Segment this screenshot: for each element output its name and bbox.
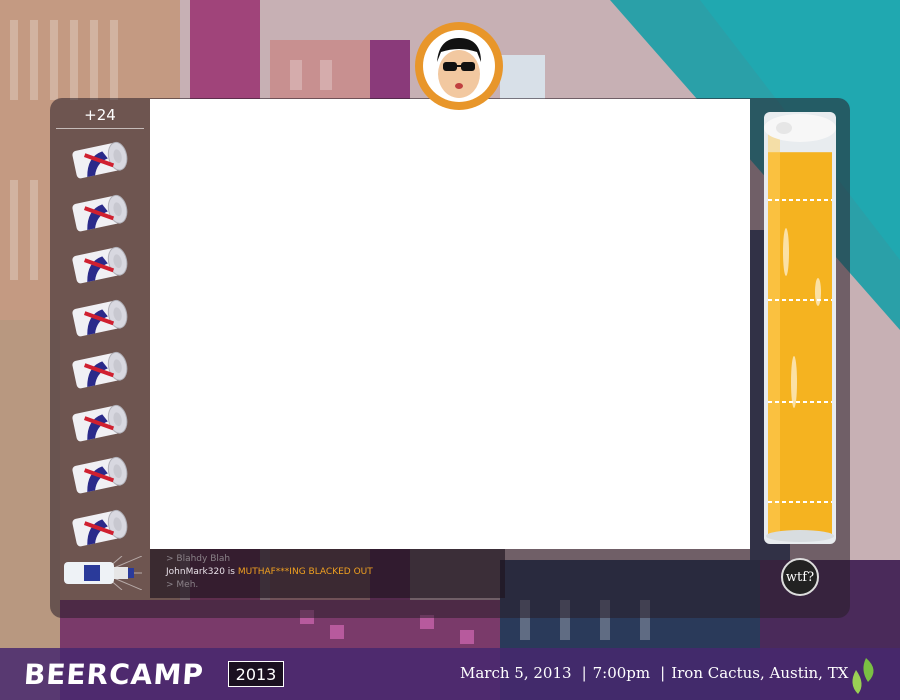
event-time: 7:00pm	[592, 664, 651, 682]
beer-can-icon	[70, 191, 130, 235]
year-badge: 2013	[228, 661, 284, 687]
log-user-text: JohnMark320 is	[166, 567, 238, 577]
beercamp-logo: BEERCAMP	[22, 658, 205, 691]
separator: |	[581, 664, 587, 682]
log-line: > Blahdy Blah	[166, 554, 231, 564]
beer-can-icon	[70, 506, 130, 550]
event-details: March 5, 2013 | 7:00pm | Iron Cactus, Austin…	[460, 664, 854, 682]
log-line: JohnMark320 is MUTHAF***ING BLACKED OUT	[166, 566, 505, 579]
event-date: March 5, 2013	[460, 664, 572, 682]
beer-can-icon	[70, 348, 130, 392]
beer-can-icon	[70, 401, 130, 445]
score-counter: +24	[84, 106, 116, 124]
bottle-icon[interactable]	[62, 555, 143, 591]
log-line: > Meh.	[166, 580, 199, 590]
separator: |	[660, 664, 666, 682]
beer-can-icon	[70, 138, 130, 182]
event-venue: Iron Cactus, Austin, TX	[671, 664, 849, 682]
beer-can-icon	[70, 243, 130, 287]
beer-meter	[762, 112, 838, 544]
game-board[interactable]	[150, 99, 750, 549]
leaf-logo-icon	[846, 656, 880, 696]
wtf-button[interactable]: wtf?	[781, 558, 819, 596]
event-log: > Blahdy Blah JohnMark320 is MUTHAF***IN…	[150, 549, 505, 598]
score-divider	[56, 128, 144, 129]
beer-can-icon	[70, 453, 130, 497]
log-status-text: MUTHAF***ING BLACKED OUT	[237, 567, 373, 577]
player-avatar	[413, 20, 505, 112]
beer-can-icon	[70, 296, 130, 340]
